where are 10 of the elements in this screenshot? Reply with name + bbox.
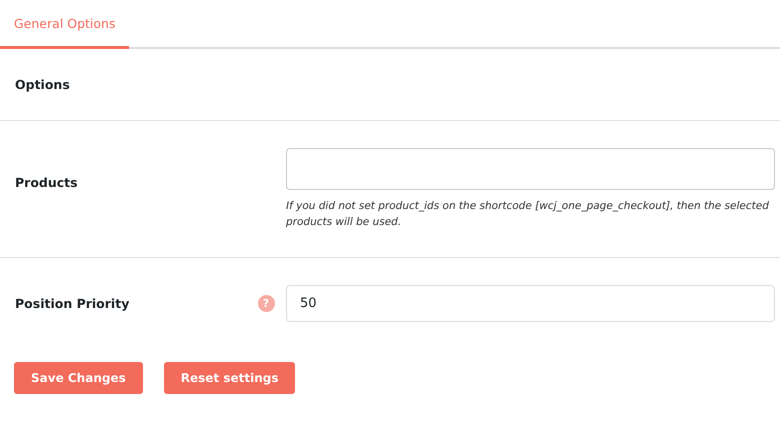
field-description: If you did not set product_ids on the shortcode [wcj_one_page_checkout], then the selected products will be used.	[286, 199, 770, 230]
section-title: Options	[15, 77, 70, 92]
tab[interactable]: General Options	[0, 0, 130, 49]
input-field[interactable]: 50	[286, 285, 775, 322]
help-icon[interactable]: ?	[258, 295, 274, 312]
field-label: Position Priority	[14, 296, 130, 311]
save-button[interactable]: Save Changes	[14, 362, 143, 394]
reset-button[interactable]: Reset settings	[164, 362, 296, 394]
input-field[interactable]	[286, 148, 775, 190]
field-label: Products	[14, 175, 79, 190]
